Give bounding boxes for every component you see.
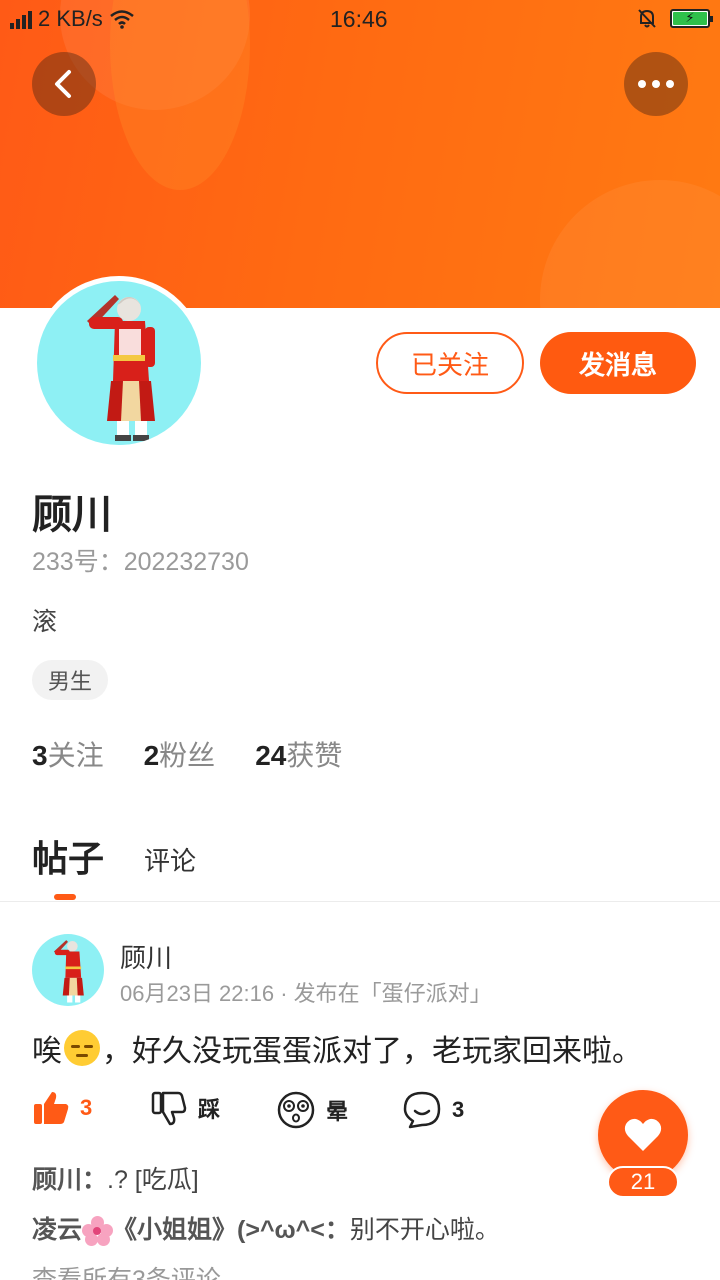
stat-label: 获赞	[286, 740, 343, 771]
banner-decoration	[540, 180, 720, 308]
status-time: 16:46	[330, 6, 388, 32]
stat-count: 24	[255, 740, 287, 771]
active-tab-indicator	[54, 894, 76, 900]
stat-count: 2	[143, 740, 160, 771]
stat-label: 关注	[47, 740, 104, 771]
back-button[interactable]	[32, 52, 96, 116]
profile-banner: 2 KB/s 16:46 ⚡	[0, 0, 720, 308]
cherry-blossom-icon	[82, 1216, 114, 1247]
status-left: 2 KB/s	[10, 6, 135, 32]
comment-author: 顾川：	[32, 1166, 108, 1194]
comment-button[interactable]: 3	[402, 1090, 464, 1130]
comment-author: 凌云	[32, 1216, 83, 1244]
user-id: 233号：202232730	[32, 548, 249, 576]
view-all-comments-link[interactable]: 查看所有3条评论	[32, 1260, 221, 1280]
stat-likes[interactable]: 24获赞	[255, 734, 342, 774]
comment-text: .? [吃瓜]	[107, 1166, 199, 1194]
dislike-button[interactable]: 踩	[150, 1090, 220, 1126]
avatar-character-illustration	[53, 940, 84, 1003]
comment-author: 《小姐姐》(>^ω^<：	[112, 1216, 350, 1244]
stat-following[interactable]: 3关注	[32, 734, 104, 774]
followed-button[interactable]: 已关注	[376, 332, 524, 394]
status-bar: 2 KB/s 16:46 ⚡	[0, 0, 720, 38]
like-button[interactable]: 3	[32, 1090, 92, 1126]
more-dots-icon	[638, 80, 674, 88]
comment-preview[interactable]: 凌云 《小姐姐》(>^ω^<：别不开心啦。	[32, 1210, 500, 1247]
thumbs-up-icon	[34, 1092, 69, 1124]
tab-comments[interactable]: 评论	[144, 841, 196, 882]
dislike-label: 踩	[198, 1097, 221, 1122]
network-speed: 2 KB/s	[38, 6, 103, 31]
battery-icon: ⚡	[670, 8, 713, 28]
pensive-face-icon	[64, 1030, 100, 1066]
status-right: ⚡	[636, 7, 713, 29]
chevron-left-icon	[55, 70, 71, 98]
comment-preview[interactable]: 顾川：.? [吃瓜]	[32, 1160, 199, 1196]
tab-label: 帖子	[32, 838, 105, 879]
post-text-part: ，好久没玩蛋蛋派对了，老玩家回来啦。	[102, 1035, 642, 1068]
post-author-name[interactable]: 顾川	[120, 938, 172, 975]
more-button[interactable]	[624, 52, 688, 116]
post-text-part: 唉	[32, 1035, 62, 1068]
dizzy-label: 晕	[326, 1099, 349, 1124]
floating-like-count: 21	[607, 1166, 679, 1198]
avatar-character-illustration	[87, 295, 155, 441]
heart-icon	[624, 1118, 662, 1151]
dizzy-face-icon	[277, 1091, 315, 1129]
comment-count: 3	[452, 1097, 465, 1122]
thumbs-down-icon	[151, 1091, 187, 1126]
wifi-icon	[110, 10, 134, 29]
avatar[interactable]	[32, 276, 206, 450]
profile-stats: 3关注 2粉丝 24获赞	[32, 734, 342, 774]
mute-bell-icon	[638, 9, 656, 28]
post-meta: 06月23日 22:16 · 发布在「蛋仔派对」	[120, 981, 492, 1006]
post-author-avatar[interactable]	[32, 934, 104, 1006]
divider	[0, 901, 720, 902]
comment-bubble-icon	[403, 1091, 441, 1129]
post-text[interactable]: 唉 ，好久没玩蛋蛋派对了，老玩家回来啦。	[32, 1026, 642, 1070]
stat-label: 粉丝	[159, 740, 216, 771]
content-tabs: 帖子 评论	[32, 830, 196, 900]
user-name: 顾川	[32, 493, 112, 537]
send-message-button[interactable]: 发消息	[540, 332, 696, 394]
stat-count: 3	[32, 740, 48, 771]
signal-icon	[10, 9, 32, 29]
avatar-image	[37, 281, 201, 445]
gender-tag: 男生	[32, 660, 109, 700]
tab-posts[interactable]: 帖子	[32, 830, 105, 900]
post-actions: 3 踩 晕 3	[32, 1090, 492, 1134]
like-count: 3	[80, 1095, 93, 1120]
dizzy-reaction-button[interactable]: 晕	[276, 1090, 348, 1130]
comment-text: 别不开心啦。	[349, 1216, 500, 1244]
user-bio: 滚	[32, 608, 58, 636]
stat-followers[interactable]: 2粉丝	[144, 734, 216, 774]
